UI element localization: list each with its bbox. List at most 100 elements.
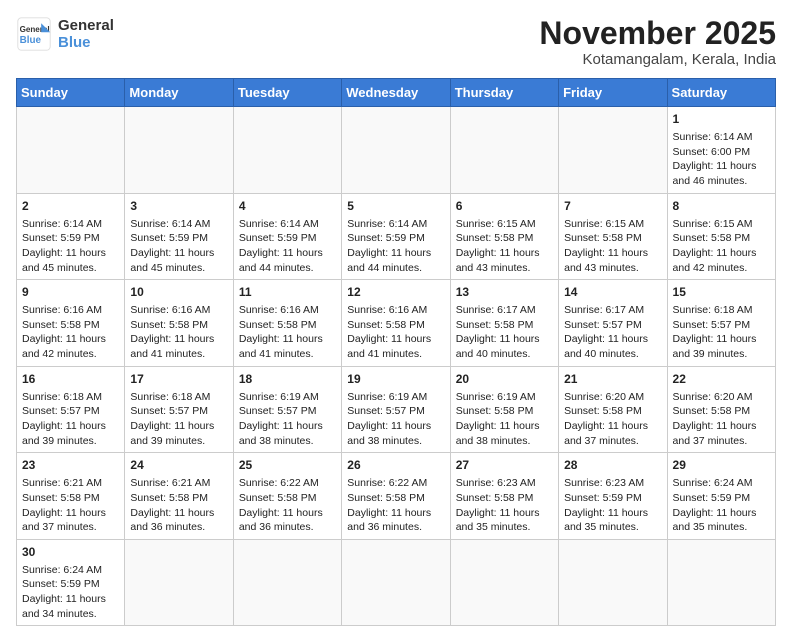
day-info: Sunrise: 6:21 AM Sunset: 5:58 PM Dayligh…	[130, 476, 227, 535]
day-number: 2	[22, 198, 119, 215]
calendar-day-header: Monday	[125, 79, 233, 107]
day-number: 25	[239, 457, 336, 474]
calendar-cell	[559, 539, 667, 626]
month-year: November 2025	[539, 16, 776, 51]
day-info: Sunrise: 6:20 AM Sunset: 5:58 PM Dayligh…	[564, 390, 661, 449]
calendar-cell	[17, 107, 125, 194]
calendar-cell: 24 Sunrise: 6:21 AM Sunset: 5:58 PM Dayli…	[125, 453, 233, 540]
day-number: 17	[130, 371, 227, 388]
day-number: 18	[239, 371, 336, 388]
day-number: 22	[673, 371, 770, 388]
logo-general: General	[58, 17, 114, 34]
calendar-cell: 21 Sunrise: 6:20 AM Sunset: 5:58 PM Dayli…	[559, 366, 667, 453]
calendar-cell: 13 Sunrise: 6:17 AM Sunset: 5:58 PM Dayli…	[450, 280, 558, 367]
day-info: Sunrise: 6:21 AM Sunset: 5:58 PM Dayligh…	[22, 476, 119, 535]
day-info: Sunrise: 6:19 AM Sunset: 5:57 PM Dayligh…	[239, 390, 336, 449]
day-number: 12	[347, 284, 444, 301]
day-number: 24	[130, 457, 227, 474]
calendar-cell: 2 Sunrise: 6:14 AM Sunset: 5:59 PM Daylig…	[17, 193, 125, 280]
day-info: Sunrise: 6:16 AM Sunset: 5:58 PM Dayligh…	[347, 303, 444, 362]
calendar-cell	[125, 539, 233, 626]
day-number: 8	[673, 198, 770, 215]
day-number: 29	[673, 457, 770, 474]
day-number: 27	[456, 457, 553, 474]
calendar-week-row: 1 Sunrise: 6:14 AM Sunset: 6:00 PM Daylig…	[17, 107, 776, 194]
day-info: Sunrise: 6:16 AM Sunset: 5:58 PM Dayligh…	[22, 303, 119, 362]
logo: General Blue General Blue	[16, 16, 114, 52]
calendar-cell: 1 Sunrise: 6:14 AM Sunset: 6:00 PM Daylig…	[667, 107, 775, 194]
calendar-cell	[559, 107, 667, 194]
day-info: Sunrise: 6:20 AM Sunset: 5:58 PM Dayligh…	[673, 390, 770, 449]
calendar-cell: 14Sunrise: 6:17 AM Sunset: 5:57 PM Dayli…	[559, 280, 667, 367]
day-number: 5	[347, 198, 444, 215]
day-number: 10	[130, 284, 227, 301]
day-info: Sunrise: 6:23 AM Sunset: 5:58 PM Dayligh…	[456, 476, 553, 535]
day-info: Sunrise: 6:14 AM Sunset: 5:59 PM Dayligh…	[347, 217, 444, 276]
day-info: Sunrise: 6:18 AM Sunset: 5:57 PM Dayligh…	[22, 390, 119, 449]
day-number: 19	[347, 371, 444, 388]
calendar-day-header: Tuesday	[233, 79, 341, 107]
day-number: 20	[456, 371, 553, 388]
calendar-cell: 10 Sunrise: 6:16 AM Sunset: 5:58 PM Dayli…	[125, 280, 233, 367]
calendar-cell: 4 Sunrise: 6:14 AM Sunset: 5:59 PM Daylig…	[233, 193, 341, 280]
calendar-cell: 19Sunrise: 6:19 AM Sunset: 5:57 PM Dayli…	[342, 366, 450, 453]
calendar-week-row: 2 Sunrise: 6:14 AM Sunset: 5:59 PM Daylig…	[17, 193, 776, 280]
day-number: 11	[239, 284, 336, 301]
day-number: 1	[673, 111, 770, 128]
day-number: 23	[22, 457, 119, 474]
logo-icon: General Blue	[16, 16, 52, 52]
day-info: Sunrise: 6:24 AM Sunset: 5:59 PM Dayligh…	[673, 476, 770, 535]
calendar-cell: 22 Sunrise: 6:20 AM Sunset: 5:58 PM Dayli…	[667, 366, 775, 453]
calendar-cell	[233, 107, 341, 194]
day-number: 4	[239, 198, 336, 215]
calendar-cell: 11 Sunrise: 6:16 AM Sunset: 5:58 PM Dayli…	[233, 280, 341, 367]
calendar-cell: 27 Sunrise: 6:23 AM Sunset: 5:58 PM Dayli…	[450, 453, 558, 540]
day-info: Sunrise: 6:14 AM Sunset: 5:59 PM Dayligh…	[22, 217, 119, 276]
calendar-cell: 5 Sunrise: 6:14 AM Sunset: 5:59 PM Daylig…	[342, 193, 450, 280]
day-number: 13	[456, 284, 553, 301]
day-info: Sunrise: 6:17 AM Sunset: 5:57 PM Dayligh…	[564, 303, 661, 362]
day-number: 16	[22, 371, 119, 388]
calendar-cell	[450, 107, 558, 194]
calendar-header-row: SundayMondayTuesdayWednesdayThursdayFrid…	[17, 79, 776, 107]
location: Kotamangalam, Kerala, India	[539, 51, 776, 68]
day-info: Sunrise: 6:15 AM Sunset: 5:58 PM Dayligh…	[673, 217, 770, 276]
calendar-cell	[342, 107, 450, 194]
page-header: General Blue General Blue November 2025 …	[16, 16, 776, 68]
calendar-cell: 28Sunrise: 6:23 AM Sunset: 5:59 PM Dayli…	[559, 453, 667, 540]
day-info: Sunrise: 6:14 AM Sunset: 5:59 PM Dayligh…	[239, 217, 336, 276]
calendar-day-header: Saturday	[667, 79, 775, 107]
calendar-week-row: 30Sunrise: 6:24 AM Sunset: 5:59 PM Dayli…	[17, 539, 776, 626]
day-info: Sunrise: 6:15 AM Sunset: 5:58 PM Dayligh…	[456, 217, 553, 276]
calendar-cell: 7Sunrise: 6:15 AM Sunset: 5:58 PM Daylig…	[559, 193, 667, 280]
title-block: November 2025 Kotamangalam, Kerala, Indi…	[539, 16, 776, 68]
day-info: Sunrise: 6:14 AM Sunset: 6:00 PM Dayligh…	[673, 130, 770, 189]
calendar-cell: 23 Sunrise: 6:21 AM Sunset: 5:58 PM Dayli…	[17, 453, 125, 540]
calendar-cell: 6Sunrise: 6:15 AM Sunset: 5:58 PM Daylig…	[450, 193, 558, 280]
calendar-day-header: Sunday	[17, 79, 125, 107]
calendar-cell: 3Sunrise: 6:14 AM Sunset: 5:59 PM Daylig…	[125, 193, 233, 280]
day-info: Sunrise: 6:14 AM Sunset: 5:59 PM Dayligh…	[130, 217, 227, 276]
day-number: 21	[564, 371, 661, 388]
day-info: Sunrise: 6:18 AM Sunset: 5:57 PM Dayligh…	[130, 390, 227, 449]
calendar-week-row: 16 Sunrise: 6:18 AM Sunset: 5:57 PM Dayli…	[17, 366, 776, 453]
calendar-cell	[667, 539, 775, 626]
day-number: 26	[347, 457, 444, 474]
calendar-cell: 20Sunrise: 6:19 AM Sunset: 5:58 PM Dayli…	[450, 366, 558, 453]
logo-blue: Blue	[58, 34, 114, 51]
calendar-day-header: Friday	[559, 79, 667, 107]
calendar-table: SundayMondayTuesdayWednesdayThursdayFrid…	[16, 78, 776, 626]
calendar-cell: 26 Sunrise: 6:22 AM Sunset: 5:58 PM Dayli…	[342, 453, 450, 540]
calendar-week-row: 23 Sunrise: 6:21 AM Sunset: 5:58 PM Dayli…	[17, 453, 776, 540]
calendar-cell: 8 Sunrise: 6:15 AM Sunset: 5:58 PM Daylig…	[667, 193, 775, 280]
svg-text:Blue: Blue	[20, 35, 42, 46]
day-info: Sunrise: 6:16 AM Sunset: 5:58 PM Dayligh…	[130, 303, 227, 362]
day-number: 7	[564, 198, 661, 215]
day-number: 28	[564, 457, 661, 474]
day-info: Sunrise: 6:17 AM Sunset: 5:58 PM Dayligh…	[456, 303, 553, 362]
calendar-cell: 29 Sunrise: 6:24 AM Sunset: 5:59 PM Dayli…	[667, 453, 775, 540]
calendar-cell: 16 Sunrise: 6:18 AM Sunset: 5:57 PM Dayli…	[17, 366, 125, 453]
day-info: Sunrise: 6:22 AM Sunset: 5:58 PM Dayligh…	[347, 476, 444, 535]
calendar-cell	[125, 107, 233, 194]
day-info: Sunrise: 6:16 AM Sunset: 5:58 PM Dayligh…	[239, 303, 336, 362]
